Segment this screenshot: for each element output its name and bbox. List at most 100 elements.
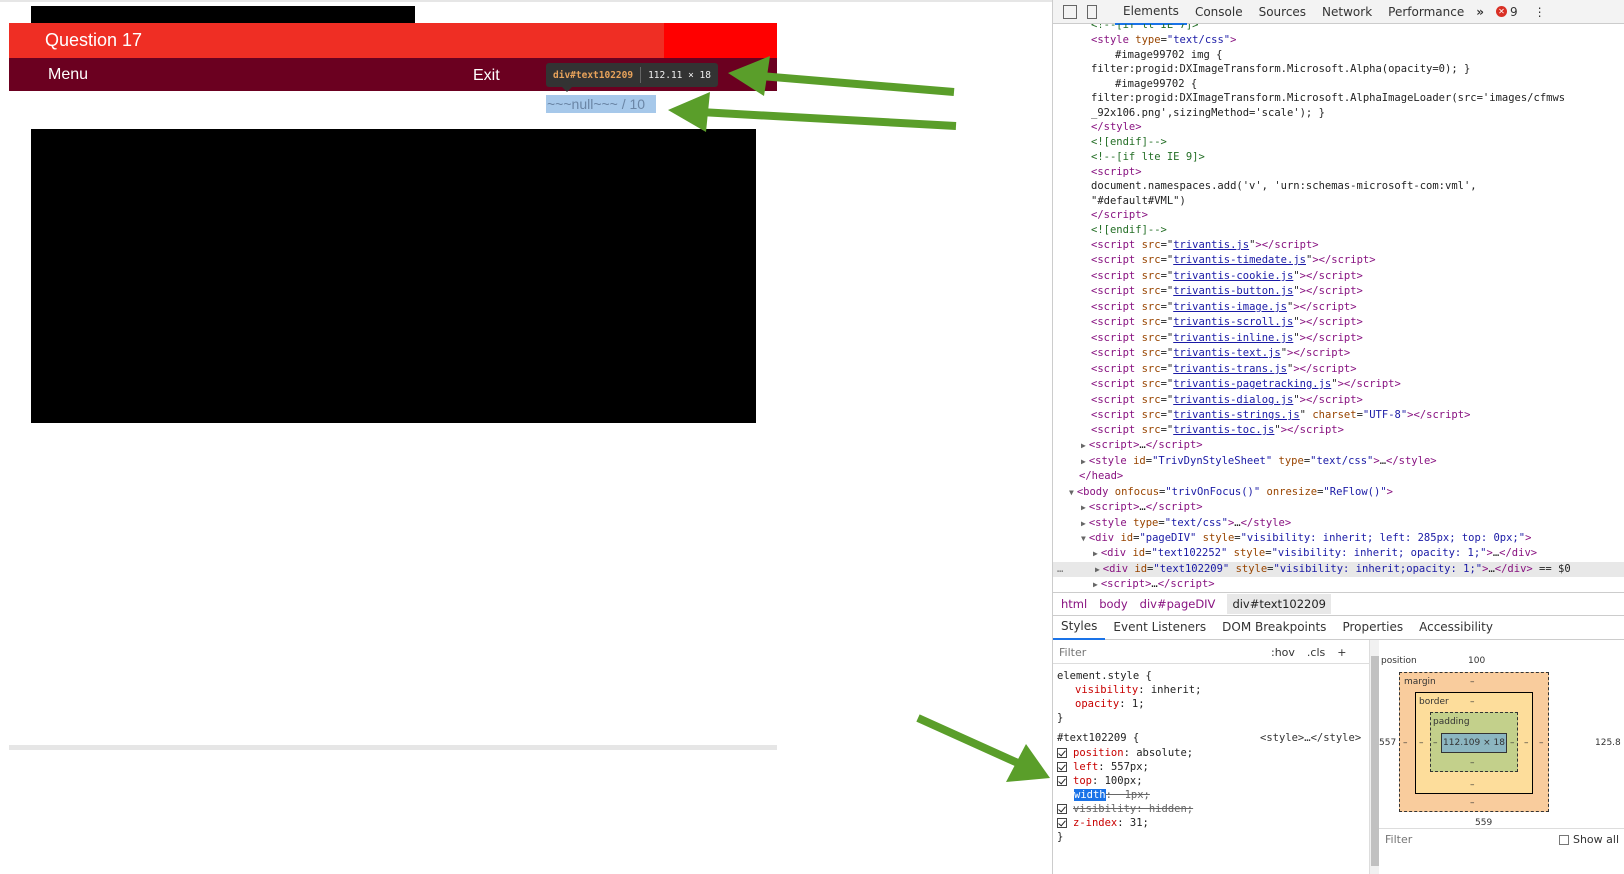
- arrow-to-styles: [916, 714, 1022, 768]
- tab-event-listeners[interactable]: Event Listeners: [1105, 616, 1214, 639]
- screenshot: Question 17 Menu Exit div#text102209 112…: [0, 0, 1624, 874]
- scrollbar-thumb[interactable]: [1371, 656, 1379, 866]
- dom-line[interactable]: <script src="trivantis-cookie.js"></scri…: [1091, 269, 1363, 284]
- rule-declaration-overridden[interactable]: width: 1px;: [1074, 788, 1150, 802]
- box-model-border-right: –: [1524, 738, 1529, 748]
- dom-line[interactable]: ▶ <style type="text/css">…</style>: [1081, 516, 1291, 531]
- rule-declaration-overridden[interactable]: visibility: hidden;: [1057, 802, 1193, 816]
- declaration-checkbox[interactable]: [1057, 804, 1067, 814]
- breadcrumb-html[interactable]: html: [1061, 597, 1087, 611]
- breadcrumb-body[interactable]: body: [1099, 597, 1127, 611]
- new-rule-button[interactable]: +: [1337, 646, 1346, 659]
- tooltip-divider: [640, 67, 642, 83]
- dom-line[interactable]: <script src="trivantis-pagetracking.js">…: [1091, 377, 1401, 392]
- dom-line[interactable]: <script src="trivantis-button.js"></scri…: [1091, 284, 1363, 299]
- styles-scrollbar[interactable]: [1369, 640, 1379, 874]
- dom-line[interactable]: <script src="trivantis-scroll.js"></scri…: [1091, 315, 1363, 330]
- dom-line[interactable]: <script src="trivantis-inline.js"></scri…: [1091, 331, 1363, 346]
- tab-styles[interactable]: Styles: [1053, 615, 1106, 640]
- dom-line[interactable]: ▼ <body onfocus="trivOnFocus()" onresize=…: [1069, 485, 1393, 500]
- box-model-margin-right: –: [1539, 738, 1544, 748]
- device-toolbar-icon[interactable]: [1087, 4, 1097, 19]
- redacted-content-area: [31, 129, 756, 423]
- declaration-checkbox[interactable]: [1057, 748, 1067, 758]
- box-model-padding-label: padding: [1433, 717, 1470, 727]
- horizontal-scrollbar[interactable]: [9, 745, 777, 750]
- dom-line: <![endif]-->: [1091, 224, 1167, 236]
- dom-line[interactable]: ▶ <style id="TrivDynStyleSheet" type="tex…: [1081, 454, 1437, 469]
- arrow-to-tooltip: [759, 72, 955, 96]
- devtools-panel: Elements Console Sources Network Perform…: [1052, 0, 1624, 874]
- tab-performance[interactable]: Performance: [1380, 0, 1472, 24]
- box-model-content: 112.109 × 18: [1441, 733, 1507, 753]
- dom-tree[interactable]: <!--[if lt IE 7]> <style type="text/css"…: [1053, 24, 1624, 592]
- rule-declaration[interactable]: opacity: 1;: [1075, 697, 1145, 711]
- dom-line: _92x106.png',sizingMethod='scale'); }: [1091, 107, 1325, 119]
- rule-close: }: [1057, 712, 1064, 724]
- styles-filter-row: :hov .cls +: [1053, 642, 1369, 664]
- tab-accessibility[interactable]: Accessibility: [1411, 616, 1501, 639]
- dom-line: <!--[if lte IE 9]>: [1091, 151, 1205, 163]
- declaration-checkbox[interactable]: [1057, 776, 1067, 786]
- show-all-toggle[interactable]: Show all: [1558, 833, 1619, 846]
- dom-line[interactable]: <script src="trivantis-toc.js"></script>: [1091, 423, 1344, 438]
- declaration-checkbox[interactable]: [1057, 762, 1067, 772]
- dom-line[interactable]: <script src="trivantis.js"></script>: [1091, 238, 1319, 253]
- show-all-checkbox[interactable]: [1558, 834, 1569, 845]
- tab-network[interactable]: Network: [1314, 0, 1380, 24]
- dom-line: filter:progid:DXImageTransform.Microsoft…: [1091, 92, 1566, 104]
- tab-elements[interactable]: Elements: [1115, 0, 1187, 25]
- breadcrumb-pagediv[interactable]: div#pageDIV: [1140, 597, 1216, 611]
- box-model-position-value: 100: [1468, 656, 1486, 666]
- tab-properties[interactable]: Properties: [1334, 616, 1411, 639]
- box-model-right-value: 125.8: [1595, 738, 1621, 748]
- rule-declaration[interactable]: position: absolute;: [1057, 746, 1193, 760]
- box-model-padding-left: –: [1433, 738, 1438, 748]
- rule-declaration[interactable]: visibility: inherit;: [1075, 683, 1201, 697]
- devtools-menu-icon[interactable]: ⋮: [1534, 5, 1546, 19]
- dom-line[interactable]: </head>: [1079, 469, 1123, 484]
- tab-console[interactable]: Console: [1187, 0, 1251, 24]
- dom-line: </style>: [1091, 121, 1142, 133]
- styles-filter-input[interactable]: [1059, 643, 1259, 662]
- top-border: [0, 0, 1052, 2]
- dom-line[interactable]: ▶ <script>…</script>: [1093, 577, 1215, 592]
- hov-toggle[interactable]: :hov: [1271, 646, 1295, 659]
- dom-line[interactable]: ▶ <script>…</script>: [1081, 500, 1203, 515]
- menu-button[interactable]: Menu: [48, 66, 88, 84]
- dom-line[interactable]: <script src="trivantis-image.js"></scrip…: [1091, 300, 1357, 315]
- inspect-element-icon[interactable]: [1063, 4, 1077, 19]
- computed-filter-input[interactable]: [1385, 830, 1495, 849]
- computed-filter-row: Show all: [1379, 828, 1624, 850]
- arrow-head-icon: [668, 92, 710, 132]
- box-model-margin-top: –: [1470, 677, 1475, 687]
- question-bar-highlight: [664, 23, 777, 58]
- tab-dom-breakpoints[interactable]: DOM Breakpoints: [1214, 616, 1334, 639]
- rule-source-link[interactable]: <style>…</style>: [1260, 731, 1361, 745]
- dom-line-selected[interactable]: … ▶ <div id="text102209" style="visibilit…: [1053, 562, 1624, 577]
- error-counter[interactable]: ✕ 9: [1495, 5, 1518, 19]
- dom-line[interactable]: <script src="trivantis-trans.js"></scrip…: [1091, 362, 1357, 377]
- dom-line[interactable]: ▼ <div id="pageDIV" style="visibility: in…: [1081, 531, 1531, 546]
- breadcrumb-text102209[interactable]: div#text102209: [1227, 594, 1331, 614]
- dom-line[interactable]: ▶ <div id="text102252" style="visibility:…: [1093, 546, 1537, 561]
- dom-line[interactable]: <script src="trivantis-text.js"></script…: [1091, 346, 1350, 361]
- rule-declaration[interactable]: left: 557px;: [1057, 760, 1149, 774]
- dom-line[interactable]: <script src="trivantis-strings.js" chars…: [1091, 408, 1470, 423]
- box-model-border-left: –: [1419, 738, 1424, 748]
- box-model-border-bottom: –: [1470, 780, 1475, 790]
- dom-line[interactable]: <script src="trivantis-timedate.js"></sc…: [1091, 253, 1376, 268]
- exit-button[interactable]: Exit: [473, 67, 500, 85]
- rule-declaration[interactable]: top: 100px;: [1057, 774, 1143, 788]
- styles-rules: element.style { visibility: inherit; opa…: [1053, 666, 1369, 874]
- tab-sources[interactable]: Sources: [1251, 0, 1314, 24]
- declaration-checkbox[interactable]: [1057, 818, 1067, 828]
- dom-line[interactable]: <style type="text/css">: [1091, 33, 1236, 48]
- rule-declaration[interactable]: z-index: 31;: [1057, 816, 1149, 830]
- more-tabs-icon[interactable]: »: [1476, 5, 1484, 19]
- cls-toggle[interactable]: .cls: [1307, 646, 1325, 659]
- dom-line[interactable]: <script src="trivantis-dialog.js"></scri…: [1091, 393, 1363, 408]
- box-model-padding-bottom: –: [1470, 758, 1475, 768]
- dom-line: </script>: [1091, 209, 1148, 221]
- dom-line[interactable]: ▶ <script>…</script>: [1081, 438, 1203, 453]
